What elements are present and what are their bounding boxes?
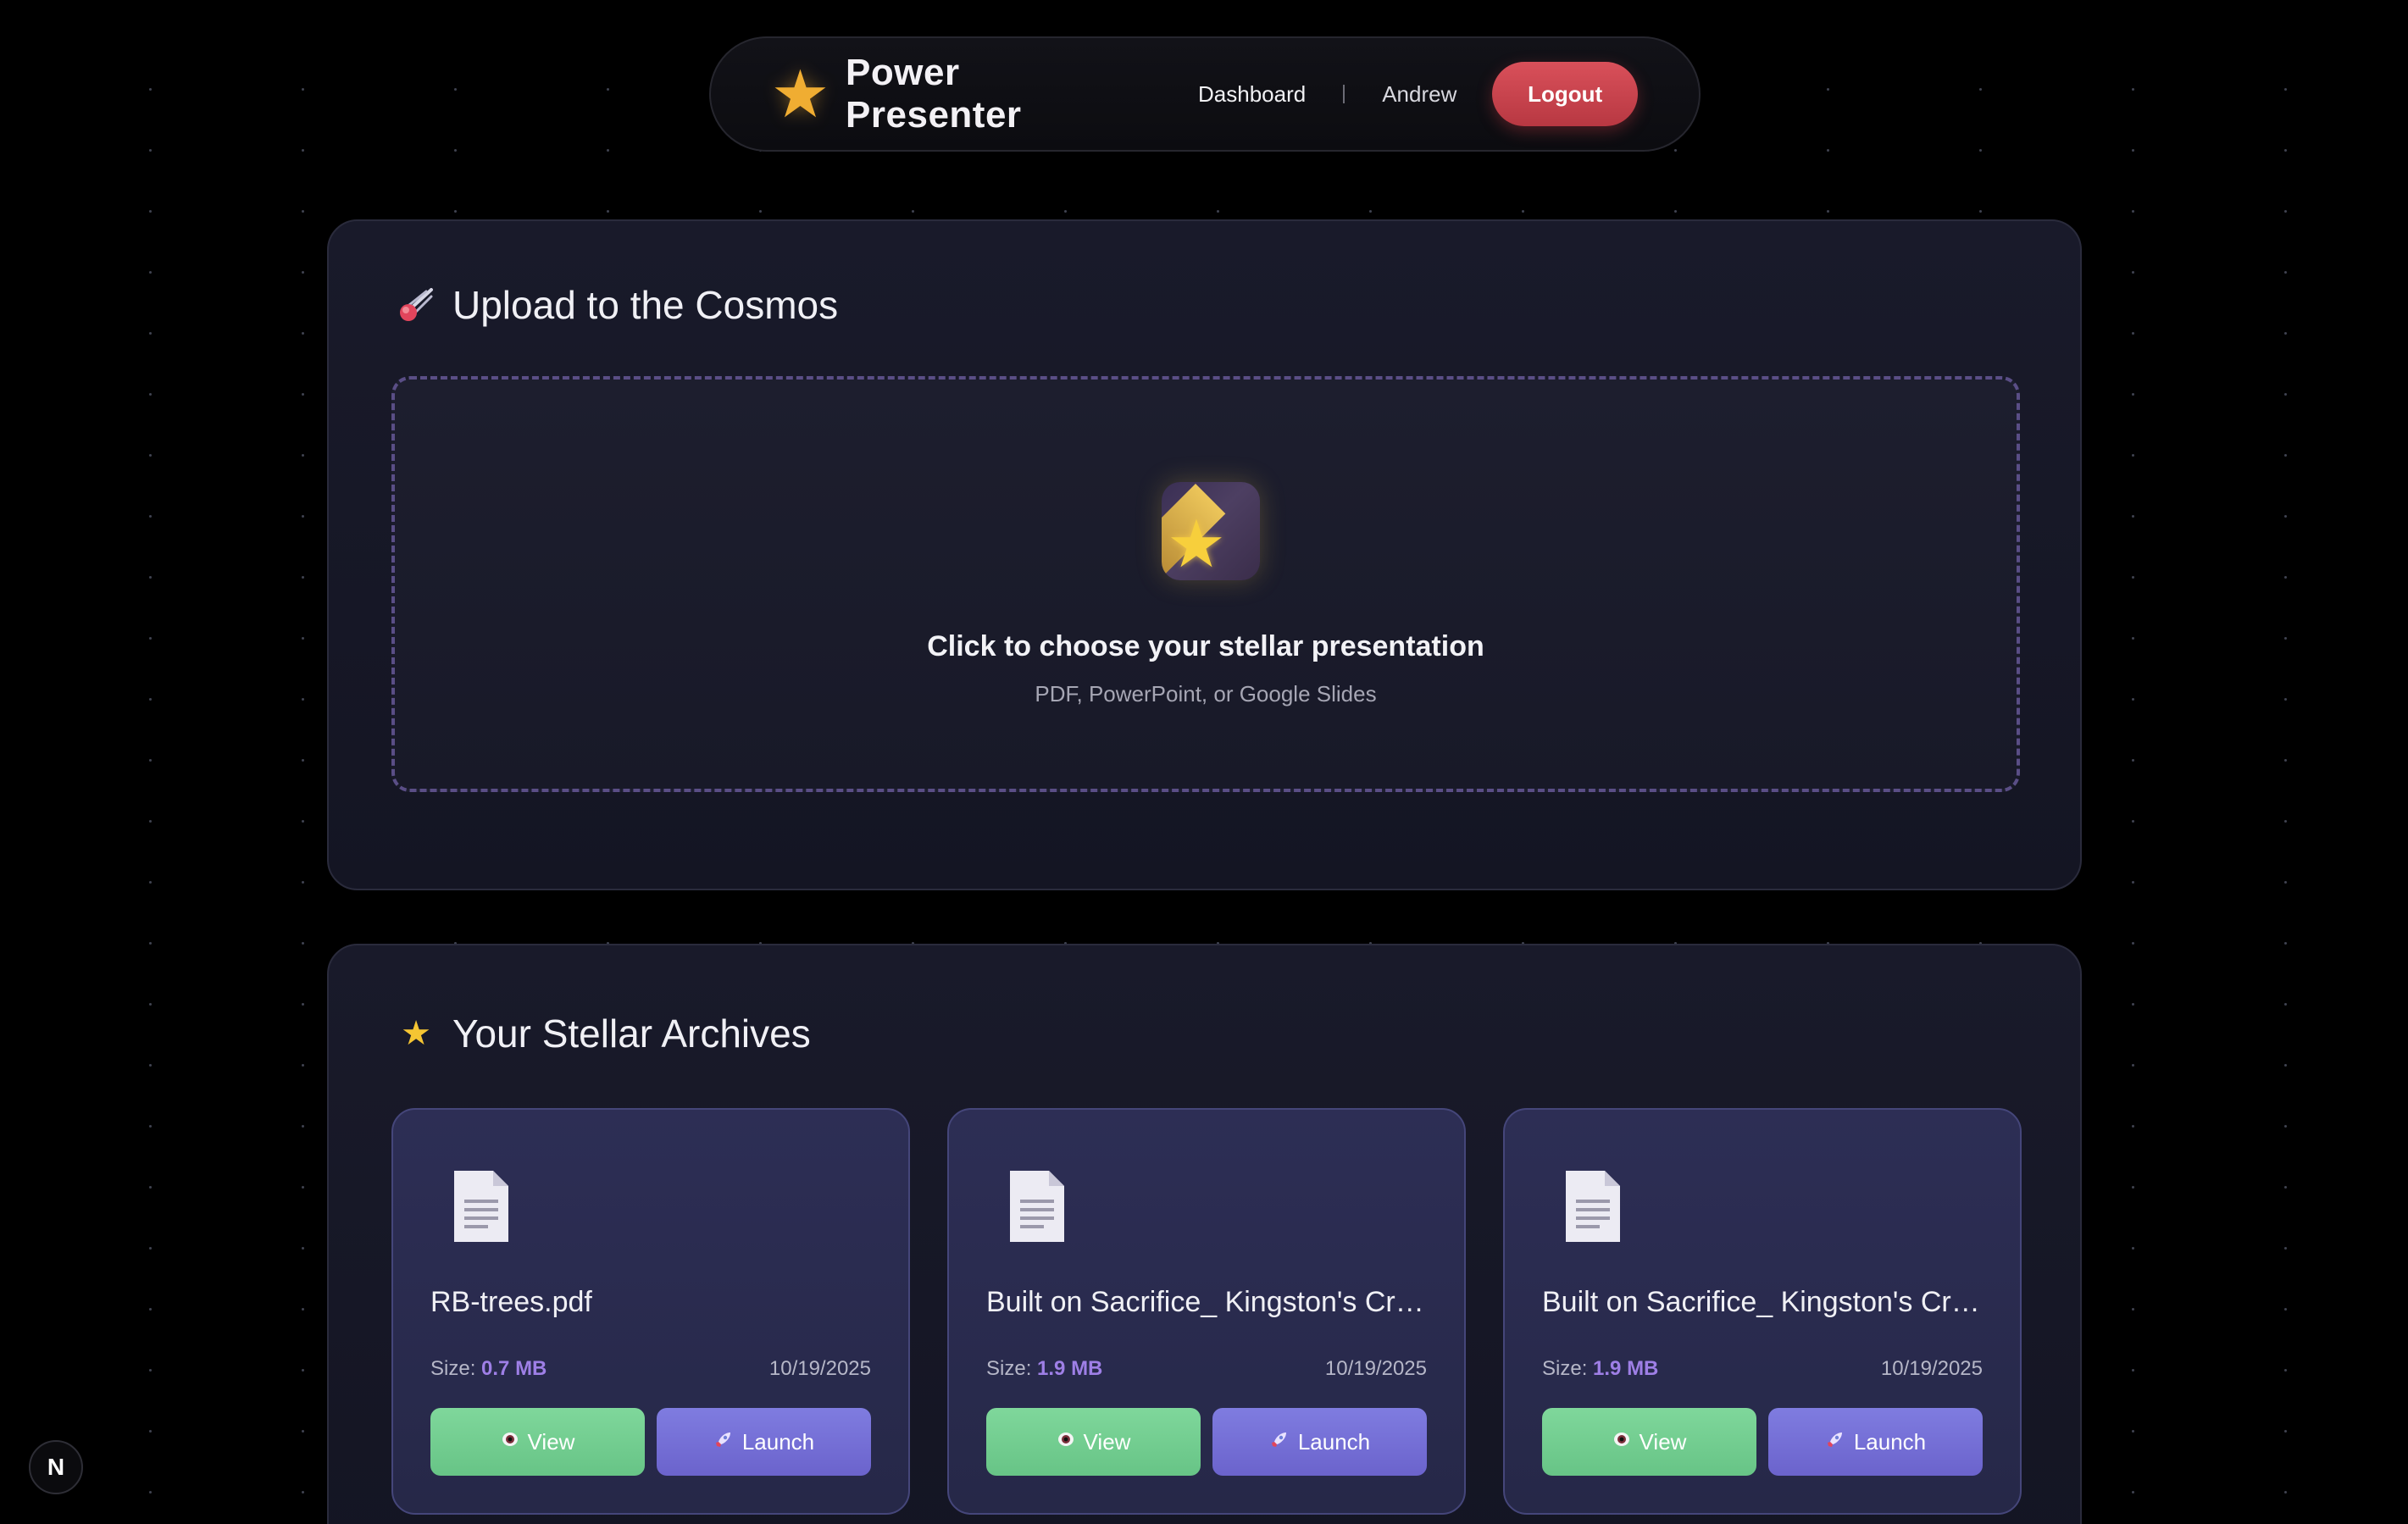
launch-label: Launch — [1297, 1428, 1371, 1455]
archive-title: ★ Your Stellar Archives — [397, 1011, 811, 1056]
document-icon — [1007, 1167, 1068, 1245]
file-size-value: 0.7 MB — [481, 1357, 547, 1380]
nav-dashboard-link[interactable]: Dashboard — [1198, 81, 1306, 108]
file-name: Built on Sacrifice_ Kingston's Crit... — [986, 1286, 1427, 1318]
star-icon: ★ — [401, 1015, 431, 1052]
size-label: Size: — [986, 1357, 1038, 1380]
size-label: Size: — [430, 1357, 482, 1380]
top-navbar: ★ Power Presenter Dashboard Andrew Logou… — [709, 36, 1701, 152]
launch-button[interactable]: Launch — [657, 1408, 871, 1476]
eye-icon — [1612, 1430, 1631, 1454]
file-date: 10/19/2025 — [1880, 1357, 1983, 1380]
file-dropzone[interactable]: ★ Click to choose your stellar presentat… — [391, 376, 2020, 792]
eye-icon — [1057, 1430, 1075, 1454]
nav-divider — [1343, 85, 1345, 103]
file-size: Size: 0.7 MB — [430, 1357, 547, 1381]
upload-panel: Upload to the Cosmos ★ Click to choose y… — [327, 219, 2082, 890]
document-icon — [1562, 1167, 1623, 1245]
file-date: 10/19/2025 — [1324, 1357, 1427, 1380]
rocket-icon — [1269, 1429, 1290, 1455]
launch-label: Launch — [741, 1428, 815, 1455]
comet-icon — [397, 285, 436, 324]
file-card: Built on Sacrifice_ Kingston's Crit... S… — [1503, 1108, 2022, 1515]
upload-title: Upload to the Cosmos — [397, 282, 838, 328]
file-size: Size: 1.9 MB — [986, 1357, 1102, 1381]
dropzone-title: Click to choose your stellar presentatio… — [927, 630, 1484, 662]
rocket-icon — [713, 1429, 734, 1455]
shooting-star-icon: ★ — [1162, 482, 1260, 580]
file-date: 10/19/2025 — [768, 1357, 871, 1380]
size-label: Size: — [1542, 1357, 1594, 1380]
archive-panel: ★ Your Stellar Archives RB-trees.pdf Siz… — [327, 944, 2082, 1524]
dev-tools-badge[interactable]: N — [29, 1440, 83, 1494]
file-name: Built on Sacrifice_ Kingston's Crit... — [1542, 1286, 1983, 1318]
file-card: RB-trees.pdf Size: 0.7 MB 10/19/2025 Vie… — [391, 1108, 910, 1515]
file-card: Built on Sacrifice_ Kingston's Crit... S… — [947, 1108, 1466, 1515]
username: Andrew — [1382, 80, 1457, 107]
view-button[interactable]: View — [430, 1408, 645, 1476]
file-size: Size: 1.9 MB — [1542, 1357, 1658, 1381]
view-label: View — [1639, 1428, 1687, 1455]
file-size-value: 1.9 MB — [1037, 1357, 1103, 1380]
view-label: View — [527, 1428, 575, 1455]
document-icon — [451, 1167, 512, 1245]
upload-title-text: Upload to the Cosmos — [452, 283, 839, 327]
rocket-icon — [1825, 1429, 1845, 1455]
brand-name: Power Presenter — [846, 52, 1022, 136]
star-icon: ★ — [770, 57, 830, 131]
launch-button[interactable]: Launch — [1768, 1408, 1983, 1476]
view-label: View — [1083, 1428, 1131, 1455]
view-button[interactable]: View — [1542, 1408, 1756, 1476]
launch-label: Launch — [1853, 1428, 1927, 1455]
launch-button[interactable]: Launch — [1212, 1408, 1427, 1476]
file-name: RB-trees.pdf — [430, 1286, 592, 1318]
eye-icon — [501, 1430, 519, 1454]
archive-title-text: Your Stellar Archives — [452, 1011, 811, 1056]
view-button[interactable]: View — [986, 1408, 1201, 1476]
logout-button[interactable]: Logout — [1492, 62, 1638, 126]
dropzone-subtitle: PDF, PowerPoint, or Google Slides — [1035, 681, 1377, 707]
file-size-value: 1.9 MB — [1593, 1357, 1659, 1380]
